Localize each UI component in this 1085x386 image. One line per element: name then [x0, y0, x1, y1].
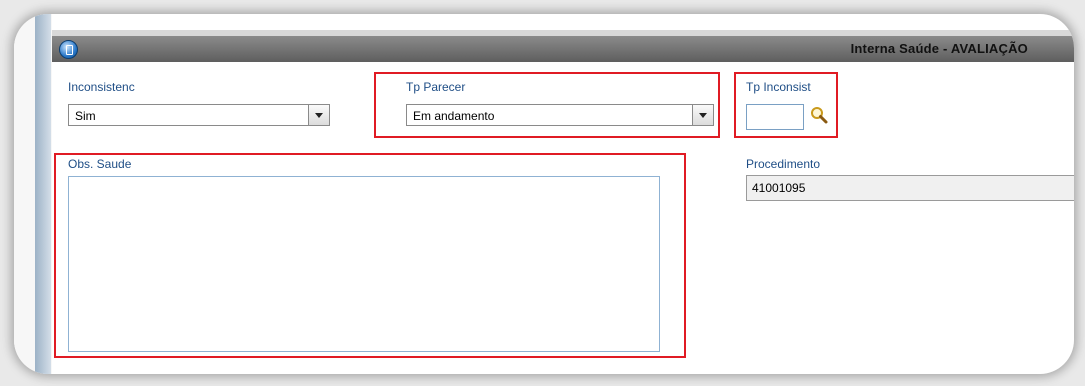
window-frame: Interna Saúde - AVALIAÇÃO Inconsistenc S…	[14, 14, 1074, 374]
window-titlebar: Interna Saúde - AVALIAÇÃO	[52, 36, 1074, 62]
tp-inconsist-input[interactable]	[746, 104, 804, 130]
procedimento-field: 41001095	[746, 175, 1074, 201]
chevron-down-icon[interactable]	[308, 105, 329, 125]
obs-saude-label: Obs. Saude	[68, 157, 132, 171]
inconsistenc-value: Sim	[75, 109, 96, 123]
procedimento-label: Procedimento	[746, 157, 821, 171]
inconsistenc-select[interactable]: Sim	[68, 104, 330, 126]
app-icon[interactable]	[59, 40, 78, 59]
magnifier-icon[interactable]	[809, 105, 829, 125]
tp-parecer-select[interactable]: Em andamento	[406, 104, 714, 126]
inconsistenc-label: Inconsistenc	[68, 80, 135, 94]
window-title: Interna Saúde - AVALIAÇÃO	[850, 41, 1028, 56]
tp-parecer-value: Em andamento	[413, 109, 495, 123]
procedimento-value: 41001095	[752, 181, 806, 195]
obs-saude-textarea[interactable]	[68, 176, 660, 352]
tp-inconsist-label: Tp Inconsist	[746, 80, 811, 94]
tp-parecer-label: Tp Parecer	[406, 80, 466, 94]
chevron-down-icon[interactable]	[692, 105, 713, 125]
left-sidebar-strip	[14, 14, 52, 374]
